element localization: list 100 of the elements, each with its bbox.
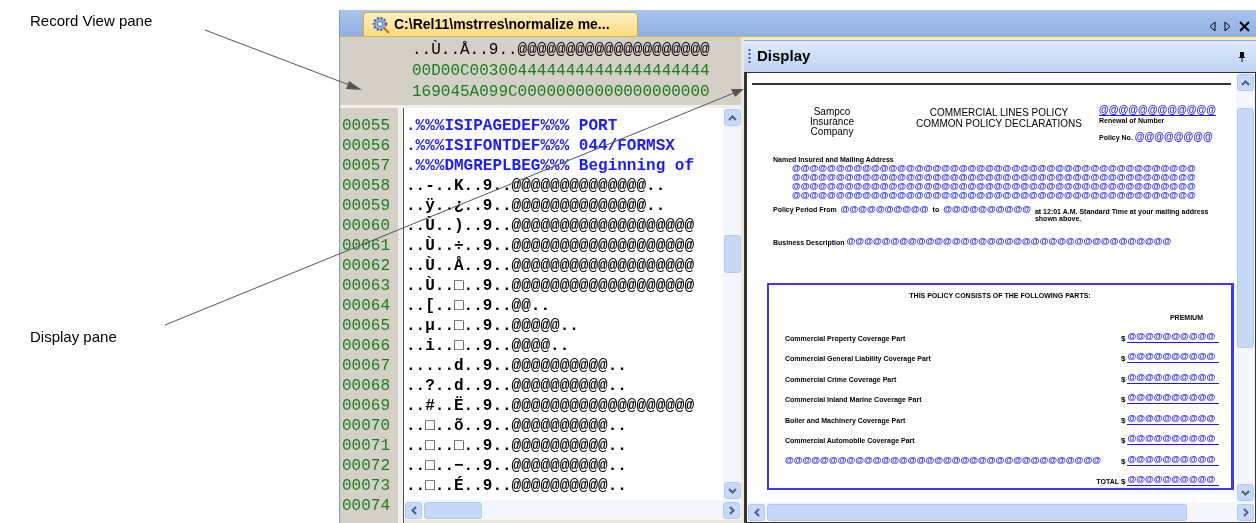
line-number: 00055 xyxy=(342,116,391,136)
line-number: 00057 xyxy=(342,156,391,176)
line-number: 00056 xyxy=(342,136,391,156)
scroll-down-button[interactable] xyxy=(723,482,741,499)
currency-sign: $ xyxy=(1121,415,1126,425)
record-line: .%%%ISIPAGEDEF%%% PORT xyxy=(406,116,619,136)
date-field: @@@@@@@@@@ xyxy=(840,204,929,215)
scroll-right-icon[interactable] xyxy=(1224,21,1231,32)
chevron-right-icon xyxy=(1242,507,1249,517)
record-line: ..#..Ë..9..@@@@@@@@@@@@@@@@@@@ xyxy=(406,396,696,416)
hex-line: 00D00C0030044444444444444444444 xyxy=(412,61,711,82)
line-number: 00071 xyxy=(342,436,391,456)
horizontal-scrollbar[interactable] xyxy=(404,500,741,520)
chevron-down-icon xyxy=(1241,489,1250,496)
record-line: ..Ù..÷..9..@@@@@@@@@@@@@@@@@@@ xyxy=(406,236,696,256)
record-line: ..□..□..9..@@@@@@@@@@.. xyxy=(406,436,628,456)
pane-title: Display xyxy=(757,46,811,67)
scroll-left-icon[interactable] xyxy=(1209,21,1216,32)
premium-field: @@@@@@@@@@ xyxy=(1127,351,1220,363)
record-line: ..ÿ..¿..9..@@@@@@@@@@@@@@.. xyxy=(406,196,667,216)
scroll-left-button[interactable] xyxy=(748,503,765,521)
chevron-right-icon xyxy=(728,505,735,515)
record-line: .....d..9..@@@@@@@@@@.. xyxy=(406,356,628,376)
scrollbar-thumb[interactable] xyxy=(1237,107,1254,348)
close-icon[interactable] xyxy=(1239,21,1250,32)
gear-icon xyxy=(372,15,390,34)
record-line: ..[..□..9..@@.. xyxy=(406,296,552,316)
address-field-line: @@@@@@@@@@@@@@@@@@@@@@@@@@@@@@@@@@@@@@@@@@@@@@ xyxy=(792,182,1197,191)
line-number: 00067 xyxy=(342,356,391,376)
callout-label: Record View pane xyxy=(30,11,154,31)
renewal-number-field: @@@@@@@@@@@@ xyxy=(1099,104,1216,116)
currency-sign: $ xyxy=(1121,395,1126,404)
record-line: ..□..É..9..@@@@@@@@@@.. xyxy=(406,476,628,496)
line-number: 00064 xyxy=(342,296,391,316)
record-line: ..Ù..Å..9..@@@@@@@@@@@@@@@@@@@ xyxy=(406,256,696,276)
line-number: 00070 xyxy=(342,416,391,436)
pin-icon[interactable] xyxy=(1238,51,1246,62)
date-field: @@@@@@@@@@ xyxy=(943,204,1031,215)
line-number: 00073 xyxy=(342,476,391,496)
currency-sign: $ xyxy=(1121,456,1126,466)
premium-field: @@@@@@@@@@ xyxy=(1127,330,1220,343)
coverage-part-field: @@@@@@@@@@@@@@@@@@@@@@@@@@@@@@@@@@@@ xyxy=(785,454,1101,466)
currency-sign: $ xyxy=(1121,374,1126,384)
document-tab[interactable]: C:\Rel11\mstrres\normalize me... xyxy=(363,12,638,36)
callout-label: Display pane xyxy=(30,326,118,347)
drag-handle-icon[interactable] xyxy=(748,47,751,66)
currency-sign: $ xyxy=(1121,436,1126,445)
currency-sign: $ xyxy=(1121,476,1126,486)
chevron-up-icon xyxy=(1241,79,1250,86)
scroll-right-button[interactable] xyxy=(723,501,740,519)
chevron-down-icon xyxy=(727,487,737,494)
record-line: ..Ù..□..9..@@@@@@@@@@@@@@@@@@@ xyxy=(406,276,696,296)
record-line: ..□..−..9..@@@@@@@@@@.. xyxy=(406,456,628,476)
vertical-scrollbar[interactable] xyxy=(723,108,741,500)
chevron-left-icon xyxy=(753,507,760,517)
scroll-up-button[interactable] xyxy=(1237,74,1254,91)
horizontal-scrollbar[interactable] xyxy=(747,502,1255,522)
record-text-line: ..Ù..Å..9..@@@@@@@@@@@@@@@@@@@@ xyxy=(412,40,711,61)
scroll-up-button[interactable] xyxy=(723,109,741,126)
scroll-right-button[interactable] xyxy=(1237,503,1254,521)
record-line: ..□..õ..9..@@@@@@@@@@.. xyxy=(406,416,628,436)
line-number: 00074 xyxy=(342,496,391,516)
business-description-field: @@@@@@@@@@@@@@@@@@@@@@@@@@@@@@@@@@@@@ xyxy=(846,236,1172,247)
company-name-line: Sampco xyxy=(813,107,851,117)
scrollbar-thumb[interactable] xyxy=(767,503,1187,521)
premium-field: @@@@@@@@@@ xyxy=(1127,433,1220,445)
line-number: 00059 xyxy=(342,196,391,216)
record-line: ..i..□..9..@@@@.. xyxy=(406,336,571,356)
line-number: 00062 xyxy=(342,256,391,276)
scrollbar-thumb[interactable] xyxy=(424,501,482,519)
record-line: ..?..d..9..@@@@@@@@@@.. xyxy=(406,376,628,396)
policy-title-line: COMMERCIAL LINES POLICY xyxy=(929,107,1069,118)
record-line: ..-..K..9..@@@@@@@@@@@@@@.. xyxy=(406,176,667,196)
policy-number-field: @@@@@@@@ xyxy=(1134,131,1213,142)
line-number: 00063 xyxy=(342,276,391,296)
premium-field: @@@@@@@@@@ xyxy=(1127,371,1220,384)
scroll-left-button[interactable] xyxy=(405,501,422,519)
line-number: 00068 xyxy=(342,376,391,396)
address-field-line: @@@@@@@@@@@@@@@@@@@@@@@@@@@@@@@@@@@@@@@@@@@@@@ xyxy=(792,164,1197,173)
premium-field: @@@@@@@@@@ xyxy=(1127,453,1220,466)
line-number: 00065 xyxy=(342,316,391,336)
company-name-line: Company xyxy=(810,127,854,137)
premium-field: @@@@@@@@@@ xyxy=(1127,473,1220,486)
line-number: 00060 xyxy=(342,216,391,236)
hex-line: 169045A099C00000000000000000000 xyxy=(412,82,711,103)
premium-field: @@@@@@@@@@ xyxy=(1127,412,1220,425)
vertical-scrollbar[interactable] xyxy=(1236,73,1255,502)
line-number: 00072 xyxy=(342,456,391,476)
currency-sign: $ xyxy=(1121,354,1126,363)
chevron-left-icon xyxy=(410,505,417,515)
chevron-up-icon xyxy=(727,114,737,121)
line-number: 00066 xyxy=(342,336,391,356)
line-number: 00058 xyxy=(342,176,391,196)
line-number: 00069 xyxy=(342,396,391,416)
scrollbar-thumb[interactable] xyxy=(723,235,741,273)
record-line: ..Ù..)..9..@@@@@@@@@@@@@@@@@@@ xyxy=(406,216,696,236)
address-field-line: @@@@@@@@@@@@@@@@@@@@@@@@@@@@@@@@@@@@@@@@@@@@@@ xyxy=(792,191,1197,200)
scroll-down-button[interactable] xyxy=(1237,484,1254,501)
policy-title-line: COMMON POLICY DECLARATIONS xyxy=(916,118,1082,129)
record-line: ..µ..□..9..@@@@@.. xyxy=(406,316,580,336)
